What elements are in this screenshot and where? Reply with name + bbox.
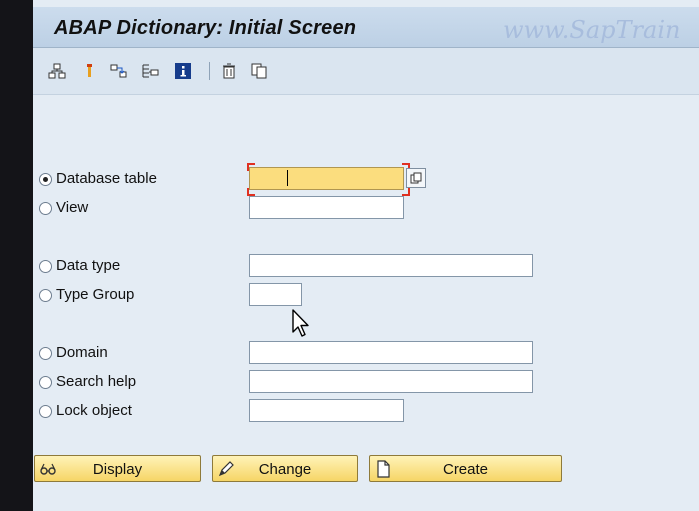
radio-domain[interactable]: Domain	[39, 344, 108, 362]
radio-label-data-type: Data type	[56, 257, 121, 274]
database-table-input[interactable]	[249, 167, 404, 190]
title-bar: ABAP Dictionary: Initial Screen www.SapT…	[33, 7, 699, 48]
search-help-input[interactable]	[249, 370, 533, 393]
value-help-button[interactable]	[406, 168, 426, 188]
radio-button[interactable]	[39, 259, 52, 273]
left-dark-strip	[0, 0, 33, 511]
radio-type-group[interactable]: Type Group	[39, 286, 134, 304]
where-used-icon[interactable]	[80, 62, 98, 80]
focus-corner	[247, 163, 255, 171]
info-icon[interactable]	[174, 62, 192, 80]
change-button[interactable]: Change	[212, 455, 358, 482]
radio-button[interactable]	[39, 375, 52, 389]
change-button-label: Change	[258, 461, 312, 478]
watermark-text: www.SapTrain	[503, 16, 681, 44]
create-button[interactable]: Create	[369, 455, 562, 482]
radio-label-view: View	[56, 199, 89, 216]
radio-lock-object[interactable]: Lock object	[39, 402, 132, 420]
application-toolbar	[33, 48, 699, 95]
radio-data-type[interactable]: Data type	[39, 257, 120, 275]
view-input[interactable]	[249, 196, 404, 219]
copy-icon[interactable]	[250, 62, 268, 80]
radio-search-help[interactable]: Search help	[39, 373, 136, 391]
focus-corner	[402, 188, 410, 196]
toolbar-separator	[209, 62, 210, 80]
radio-button[interactable]	[39, 346, 52, 360]
radio-database-table[interactable]: Database table	[39, 170, 157, 188]
delete-icon[interactable]	[220, 62, 238, 80]
radio-label-search-help: Search help	[56, 373, 137, 390]
radio-button[interactable]	[39, 288, 52, 302]
display-button-label: Display	[92, 461, 143, 478]
radio-label-lock-object: Lock object	[56, 402, 132, 419]
type-group-input[interactable]	[249, 283, 302, 306]
hierarchy-icon[interactable]	[48, 62, 66, 80]
radio-label-domain: Domain	[56, 344, 108, 361]
radio-button-selected[interactable]	[39, 172, 52, 186]
radio-label-database-table: Database table	[56, 170, 157, 187]
lock-object-input[interactable]	[249, 399, 404, 422]
value-help-icon	[410, 172, 422, 184]
create-button-label: Create	[442, 461, 489, 478]
radio-label-type-group: Type Group	[56, 286, 135, 303]
display-button[interactable]: Display	[34, 455, 201, 482]
sap-window: ABAP Dictionary: Initial Screen www.SapT…	[33, 0, 699, 511]
radio-button[interactable]	[39, 404, 52, 418]
radio-button[interactable]	[39, 201, 52, 215]
focus-corner	[247, 188, 255, 196]
text-cursor	[287, 170, 288, 186]
page-title: ABAP Dictionary: Initial Screen	[54, 17, 357, 39]
mouse-pointer-icon	[292, 309, 309, 337]
display-object-list-icon[interactable]	[141, 62, 159, 80]
radio-view[interactable]: View	[39, 199, 88, 217]
data-type-input[interactable]	[249, 254, 533, 277]
domain-input[interactable]	[249, 341, 533, 364]
object-list-icon[interactable]	[110, 62, 128, 80]
